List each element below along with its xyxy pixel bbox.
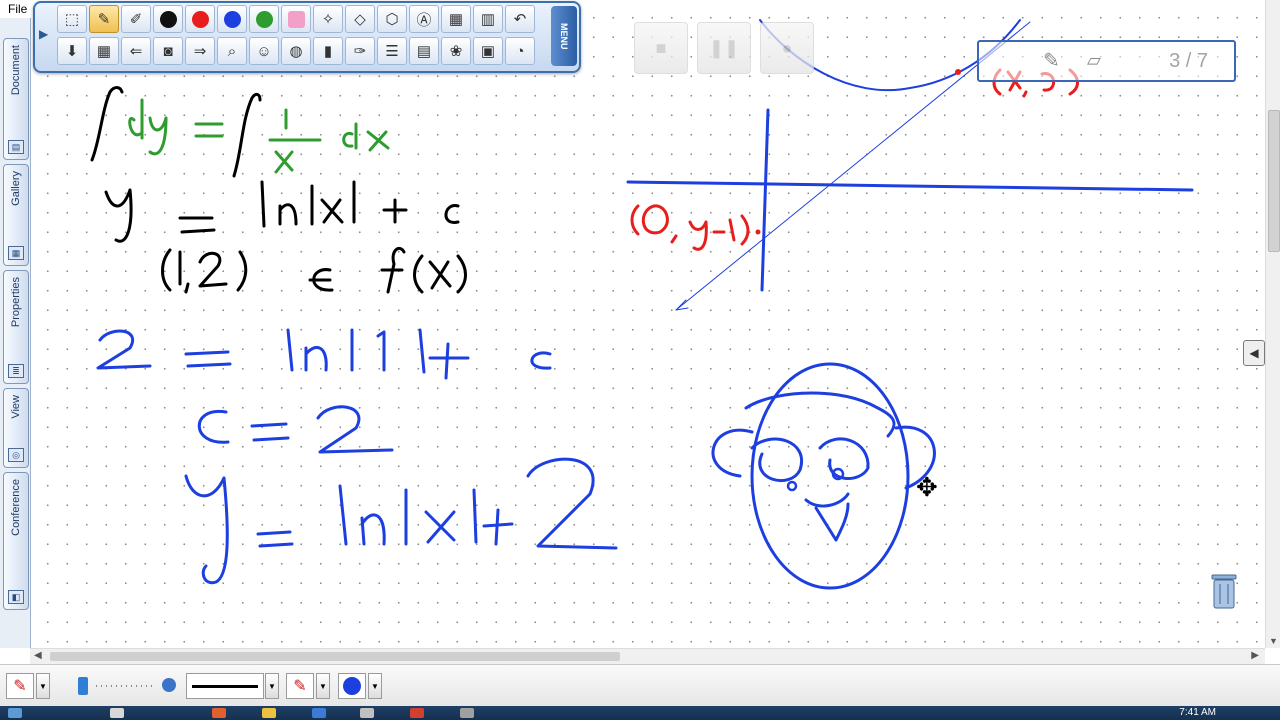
search-icon[interactable]: ⌕ <box>217 37 247 65</box>
pen-color-dropdown[interactable]: ▼ <box>368 673 382 699</box>
photo-icon[interactable]: ▣ <box>473 37 503 65</box>
download-icon[interactable]: ⬇ <box>57 37 87 65</box>
pen-tool-icon[interactable]: ✎ <box>89 5 119 33</box>
taskbar-clock: 7:41 AM <box>1179 707 1216 718</box>
start-icon[interactable] <box>8 708 22 718</box>
tab-document-label: Document <box>10 45 22 96</box>
taskbar-app-icon-3[interactable] <box>262 708 276 718</box>
tab-conference-label: Conference <box>10 479 22 536</box>
pause-button[interactable]: ❚❚ <box>697 22 751 74</box>
back-icon[interactable]: ⇐ <box>121 37 151 65</box>
horizontal-scrollbar[interactable]: ◀ ▶ <box>30 648 1265 665</box>
pen-color-swatch[interactable] <box>338 673 366 699</box>
green-color-button[interactable] <box>249 5 279 33</box>
pink-color-button[interactable] <box>281 5 311 33</box>
toolbar-row-2: ⬇ ▦ ⇐ ◙ ⇒ ⌕ ☺ ◍ ▮ ✑ ☰ ▤ ❀ ▣ ◔ <box>57 37 537 65</box>
taskbar-app-icon-1[interactable] <box>110 708 124 718</box>
select-tool-icon[interactable]: ⬚ <box>57 5 87 33</box>
toolbar-menu-button[interactable]: MENU <box>551 6 577 66</box>
red-color-button[interactable] <box>185 5 215 33</box>
list-icon[interactable]: ☰ <box>377 37 407 65</box>
gallery-icon: ▦ <box>8 246 24 260</box>
tab-view-label: View <box>10 395 22 419</box>
toolbar-expand-icon[interactable]: ▶ <box>39 27 48 41</box>
toolbar-row-1: ⬚ ✎ ✐ ✧ ◇ ⬡ Ⓐ ▦ ▥ ↶ <box>57 5 537 33</box>
whiteboard-canvas[interactable]: ✥ <box>30 0 1265 648</box>
properties-icon: ≣ <box>8 364 24 378</box>
grape-icon[interactable]: ❀ <box>441 37 471 65</box>
collapse-panel-button[interactable]: ◀ <box>1243 340 1265 366</box>
tab-gallery[interactable]: Gallery ▦ <box>3 164 29 266</box>
pencil-icon: ✎ <box>1043 50 1060 72</box>
forward-icon[interactable]: ⇒ <box>185 37 215 65</box>
taskbar-app-icon-4[interactable] <box>312 708 326 718</box>
view-icon: ◎ <box>8 448 24 462</box>
timer-icon[interactable]: ◔ <box>505 37 535 65</box>
line-style-preview <box>192 684 258 688</box>
scroll-down-icon[interactable]: ▼ <box>1269 636 1278 646</box>
calculator-icon[interactable]: ▦ <box>441 5 471 33</box>
tab-properties-label: Properties <box>10 277 22 328</box>
paint-icon[interactable]: ✑ <box>345 37 375 65</box>
blue-color-button[interactable] <box>217 5 247 33</box>
scroll-left-icon[interactable]: ◀ <box>34 650 42 661</box>
black-color-button[interactable] <box>153 5 183 33</box>
camera-icon[interactable]: ◙ <box>153 37 183 65</box>
eraser-icon[interactable]: ◇ <box>345 5 375 33</box>
side-tab-panel: Document ▤ Gallery ▦ Properties ≣ View ◎… <box>0 18 31 648</box>
vertical-scroll-thumb[interactable] <box>1268 110 1280 252</box>
tab-conference[interactable]: Conference ◧ <box>3 472 29 610</box>
taskbar-app-icon-6[interactable] <box>410 708 424 718</box>
handwritten-drawing <box>90 19 1194 590</box>
text-icon[interactable]: Ⓐ <box>409 5 439 33</box>
page-indicator[interactable]: ✎ ▱ 3 / 7 <box>977 40 1236 82</box>
file-menu[interactable]: File <box>8 2 27 16</box>
highlighter-tool-icon[interactable]: ✐ <box>121 5 151 33</box>
pen-type-dropdown[interactable]: ▼ <box>36 673 50 699</box>
trash-icon[interactable] <box>1210 572 1238 610</box>
undo-icon[interactable]: ↶ <box>505 5 535 33</box>
taskbar-app-icon-5[interactable] <box>360 708 374 718</box>
tab-view[interactable]: View ◎ <box>3 388 29 468</box>
horizontal-scroll-thumb[interactable] <box>50 652 620 661</box>
record-button[interactable]: ● <box>760 22 814 74</box>
book-icon[interactable]: ▤ <box>409 37 439 65</box>
door-icon[interactable]: ▮ <box>313 37 343 65</box>
stop-button[interactable]: ■ <box>634 22 688 74</box>
user-icon[interactable]: ☺ <box>249 37 279 65</box>
line-style-selector[interactable] <box>186 673 264 699</box>
line-end-icon[interactable]: ✎ <box>286 673 314 699</box>
line-style-dropdown[interactable]: ▼ <box>265 673 279 699</box>
thickness-marker-icon[interactable] <box>78 677 88 695</box>
tab-properties[interactable]: Properties ≣ <box>3 270 29 384</box>
grid-icon[interactable]: ▦ <box>89 37 119 65</box>
pen-type-icon[interactable]: ✎ <box>6 673 34 699</box>
vertical-scrollbar[interactable]: ▼ <box>1265 0 1280 648</box>
scroll-right-icon[interactable]: ▶ <box>1251 650 1259 661</box>
page-number: 3 / 7 <box>1169 50 1208 72</box>
chart-icon[interactable]: ▥ <box>473 5 503 33</box>
conference-icon: ◧ <box>8 590 24 604</box>
pen-color-dot <box>343 677 361 695</box>
taskbar-app-icon-7[interactable] <box>460 708 474 718</box>
wand-icon[interactable]: ✧ <box>313 5 343 33</box>
tab-document[interactable]: Document ▤ <box>3 38 29 160</box>
globe-icon[interactable]: ◍ <box>281 37 311 65</box>
properties-bar: ✎ ▼ ▼ ✎ ▼ ▼ <box>0 664 1280 707</box>
thickness-slider[interactable] <box>96 685 154 687</box>
eraser-icon: ▱ <box>1087 50 1101 70</box>
thickness-dot-icon <box>162 678 176 692</box>
move-cursor-icon: ✥ <box>916 472 938 502</box>
tab-gallery-label: Gallery <box>10 171 22 206</box>
line-end-dropdown[interactable]: ▼ <box>316 673 330 699</box>
windows-taskbar: 7:41 AM <box>0 706 1280 720</box>
floating-toolbar[interactable]: ▶ ⬚ ✎ ✐ ✧ ◇ ⬡ Ⓐ ▦ ▥ ↶ ⬇ ▦ ⇐ ◙ ⇒ ⌕ ☺ ◍ ▮ … <box>33 1 581 73</box>
document-icon: ▤ <box>8 140 24 154</box>
shapes-icon[interactable]: ⬡ <box>377 5 407 33</box>
taskbar-app-icon-2[interactable] <box>212 708 226 718</box>
